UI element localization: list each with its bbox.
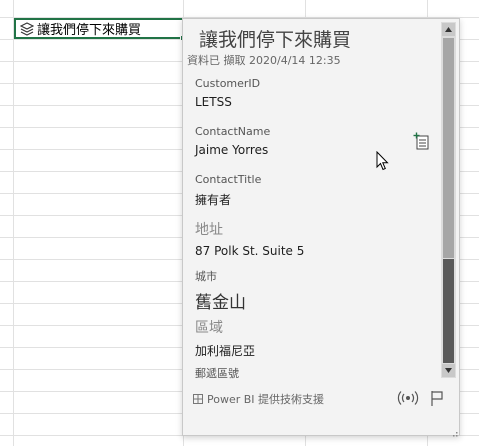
field-label: 區域	[195, 320, 223, 336]
mouse-cursor-icon	[376, 150, 390, 171]
card-title: 讓我們停下來購買	[199, 29, 352, 51]
field-label: CustomerID	[195, 77, 261, 90]
scroll-down-button[interactable]	[442, 364, 455, 377]
field-label: ContactTitle	[195, 173, 262, 186]
table-icon	[193, 394, 203, 404]
flag-icon[interactable]	[430, 390, 444, 406]
selected-cell[interactable]: 讓我們停下來購買	[14, 18, 186, 41]
scrollbar-track[interactable]	[443, 259, 454, 363]
field-value: 87 Polk St. Suite 5	[195, 244, 305, 258]
field-contactname: ContactName Jaime Yorres	[195, 125, 270, 157]
field-value: 擁有者	[195, 193, 232, 207]
add-to-grid-icon[interactable]	[413, 132, 429, 150]
field-label: 城市	[195, 270, 217, 283]
scrollbar-thumb[interactable]	[443, 38, 454, 258]
data-type-icon[interactable]	[20, 21, 34, 36]
card-scrollbar[interactable]	[441, 22, 456, 378]
footer-text: Power BI 提供技術支援	[207, 393, 325, 406]
field-value: 舊金山	[195, 293, 246, 313]
field-label: 郵遞區號	[195, 367, 239, 380]
data-card: 讓我們停下來購買 資料已 擷取 2020/4/14 12:35 Customer…	[182, 18, 460, 437]
field-value: LETSS	[195, 95, 232, 109]
field-value: 加利福尼亞	[195, 344, 256, 358]
scroll-up-button[interactable]	[442, 23, 455, 36]
field-value: Jaime Yorres	[195, 143, 269, 157]
resize-grip-icon[interactable]	[449, 422, 458, 437]
field-city: 城市 舊金山	[195, 268, 246, 313]
field-contacttitle: ContactTitle 擁有者	[195, 173, 261, 208]
field-address: 地址 87 Polk St. Suite 5	[195, 219, 304, 258]
field-customerid: CustomerID LETSS	[195, 77, 260, 109]
card-subtitle: 資料已 擷取 2020/4/14 12:35	[187, 54, 341, 67]
field-postal-code: 郵遞區號	[195, 365, 239, 381]
live-data-icon[interactable]	[397, 390, 419, 406]
field-region: 區域 加利福尼亞	[195, 317, 255, 359]
card-footer: Power BI 提供技術支援	[193, 391, 324, 407]
field-label: 地址	[195, 222, 223, 238]
field-label: ContactName	[195, 125, 271, 138]
cell-text: 讓我們停下來購買	[37, 23, 142, 38]
